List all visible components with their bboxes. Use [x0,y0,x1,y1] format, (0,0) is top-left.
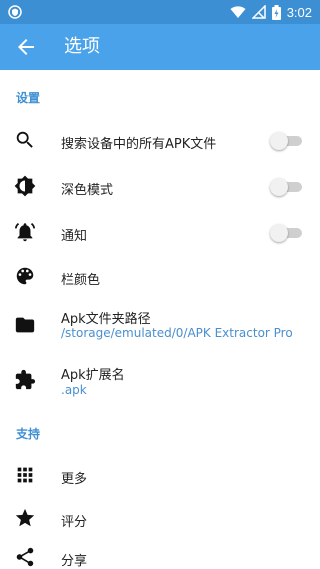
folder-icon [15,317,35,333]
dark-mode-label: 深色模式 [61,183,114,198]
battery-icon [271,4,281,20]
more-label: 更多 [61,472,88,487]
star-icon [15,508,35,527]
toggle-thumb [270,224,288,242]
section-header-support: 支持 [16,427,41,441]
toggle-thumb [270,132,288,150]
bar-color-setting[interactable]: 栏颜色 [0,256,320,300]
wifi-icon [230,6,246,18]
apk-folder-path-setting[interactable]: Apk文件夹路径 /storage/emulated/0/APK Extract… [0,300,320,352]
dark-mode-toggle[interactable] [270,178,302,196]
page-title: 选项 [64,36,100,57]
app-bar: 选项 [0,24,320,70]
back-arrow-icon[interactable] [14,35,38,59]
brightness-icon [14,175,36,197]
search-icon [16,131,33,148]
rate-label: 评分 [61,515,88,530]
notifications-toggle[interactable] [270,224,302,242]
notifications-setting[interactable]: 通知 [0,210,320,256]
palette-icon [16,267,34,285]
apk-extension-setting[interactable]: Apk扩展名 .apk [0,356,320,406]
rate-item[interactable]: 评分 [0,498,320,540]
more-item[interactable]: 更多 [0,452,320,498]
status-bar: 3:02 [0,0,320,24]
apk-extension-value: .apk [61,383,87,397]
search-apk-toggle[interactable] [270,132,302,150]
bar-color-label: 栏颜色 [61,273,101,288]
apk-folder-path-value: /storage/emulated/0/APK Extractor Pro [61,326,293,340]
toggle-thumb [270,178,288,196]
search-apk-label: 搜索设备中的所有APK文件 [61,137,217,152]
share-item[interactable]: 分享 [0,542,320,569]
apps-grid-icon [17,467,33,483]
extension-puzzle-icon [15,369,36,390]
apk-extension-label: Apk扩展名 [61,368,125,383]
share-icon [16,547,34,567]
section-header-settings: 设置 [16,91,41,105]
shield-icon [8,5,22,19]
status-time: 3:02 [286,4,312,20]
notification-bell-icon [14,223,36,242]
apk-folder-path-label: Apk文件夹路径 [61,312,151,327]
search-apk-setting[interactable]: 搜索设备中的所有APK文件 [0,118,320,164]
signal-off-icon [251,5,266,19]
share-label: 分享 [61,554,88,569]
notifications-label: 通知 [61,229,88,244]
dark-mode-setting[interactable]: 深色模式 [0,164,320,210]
